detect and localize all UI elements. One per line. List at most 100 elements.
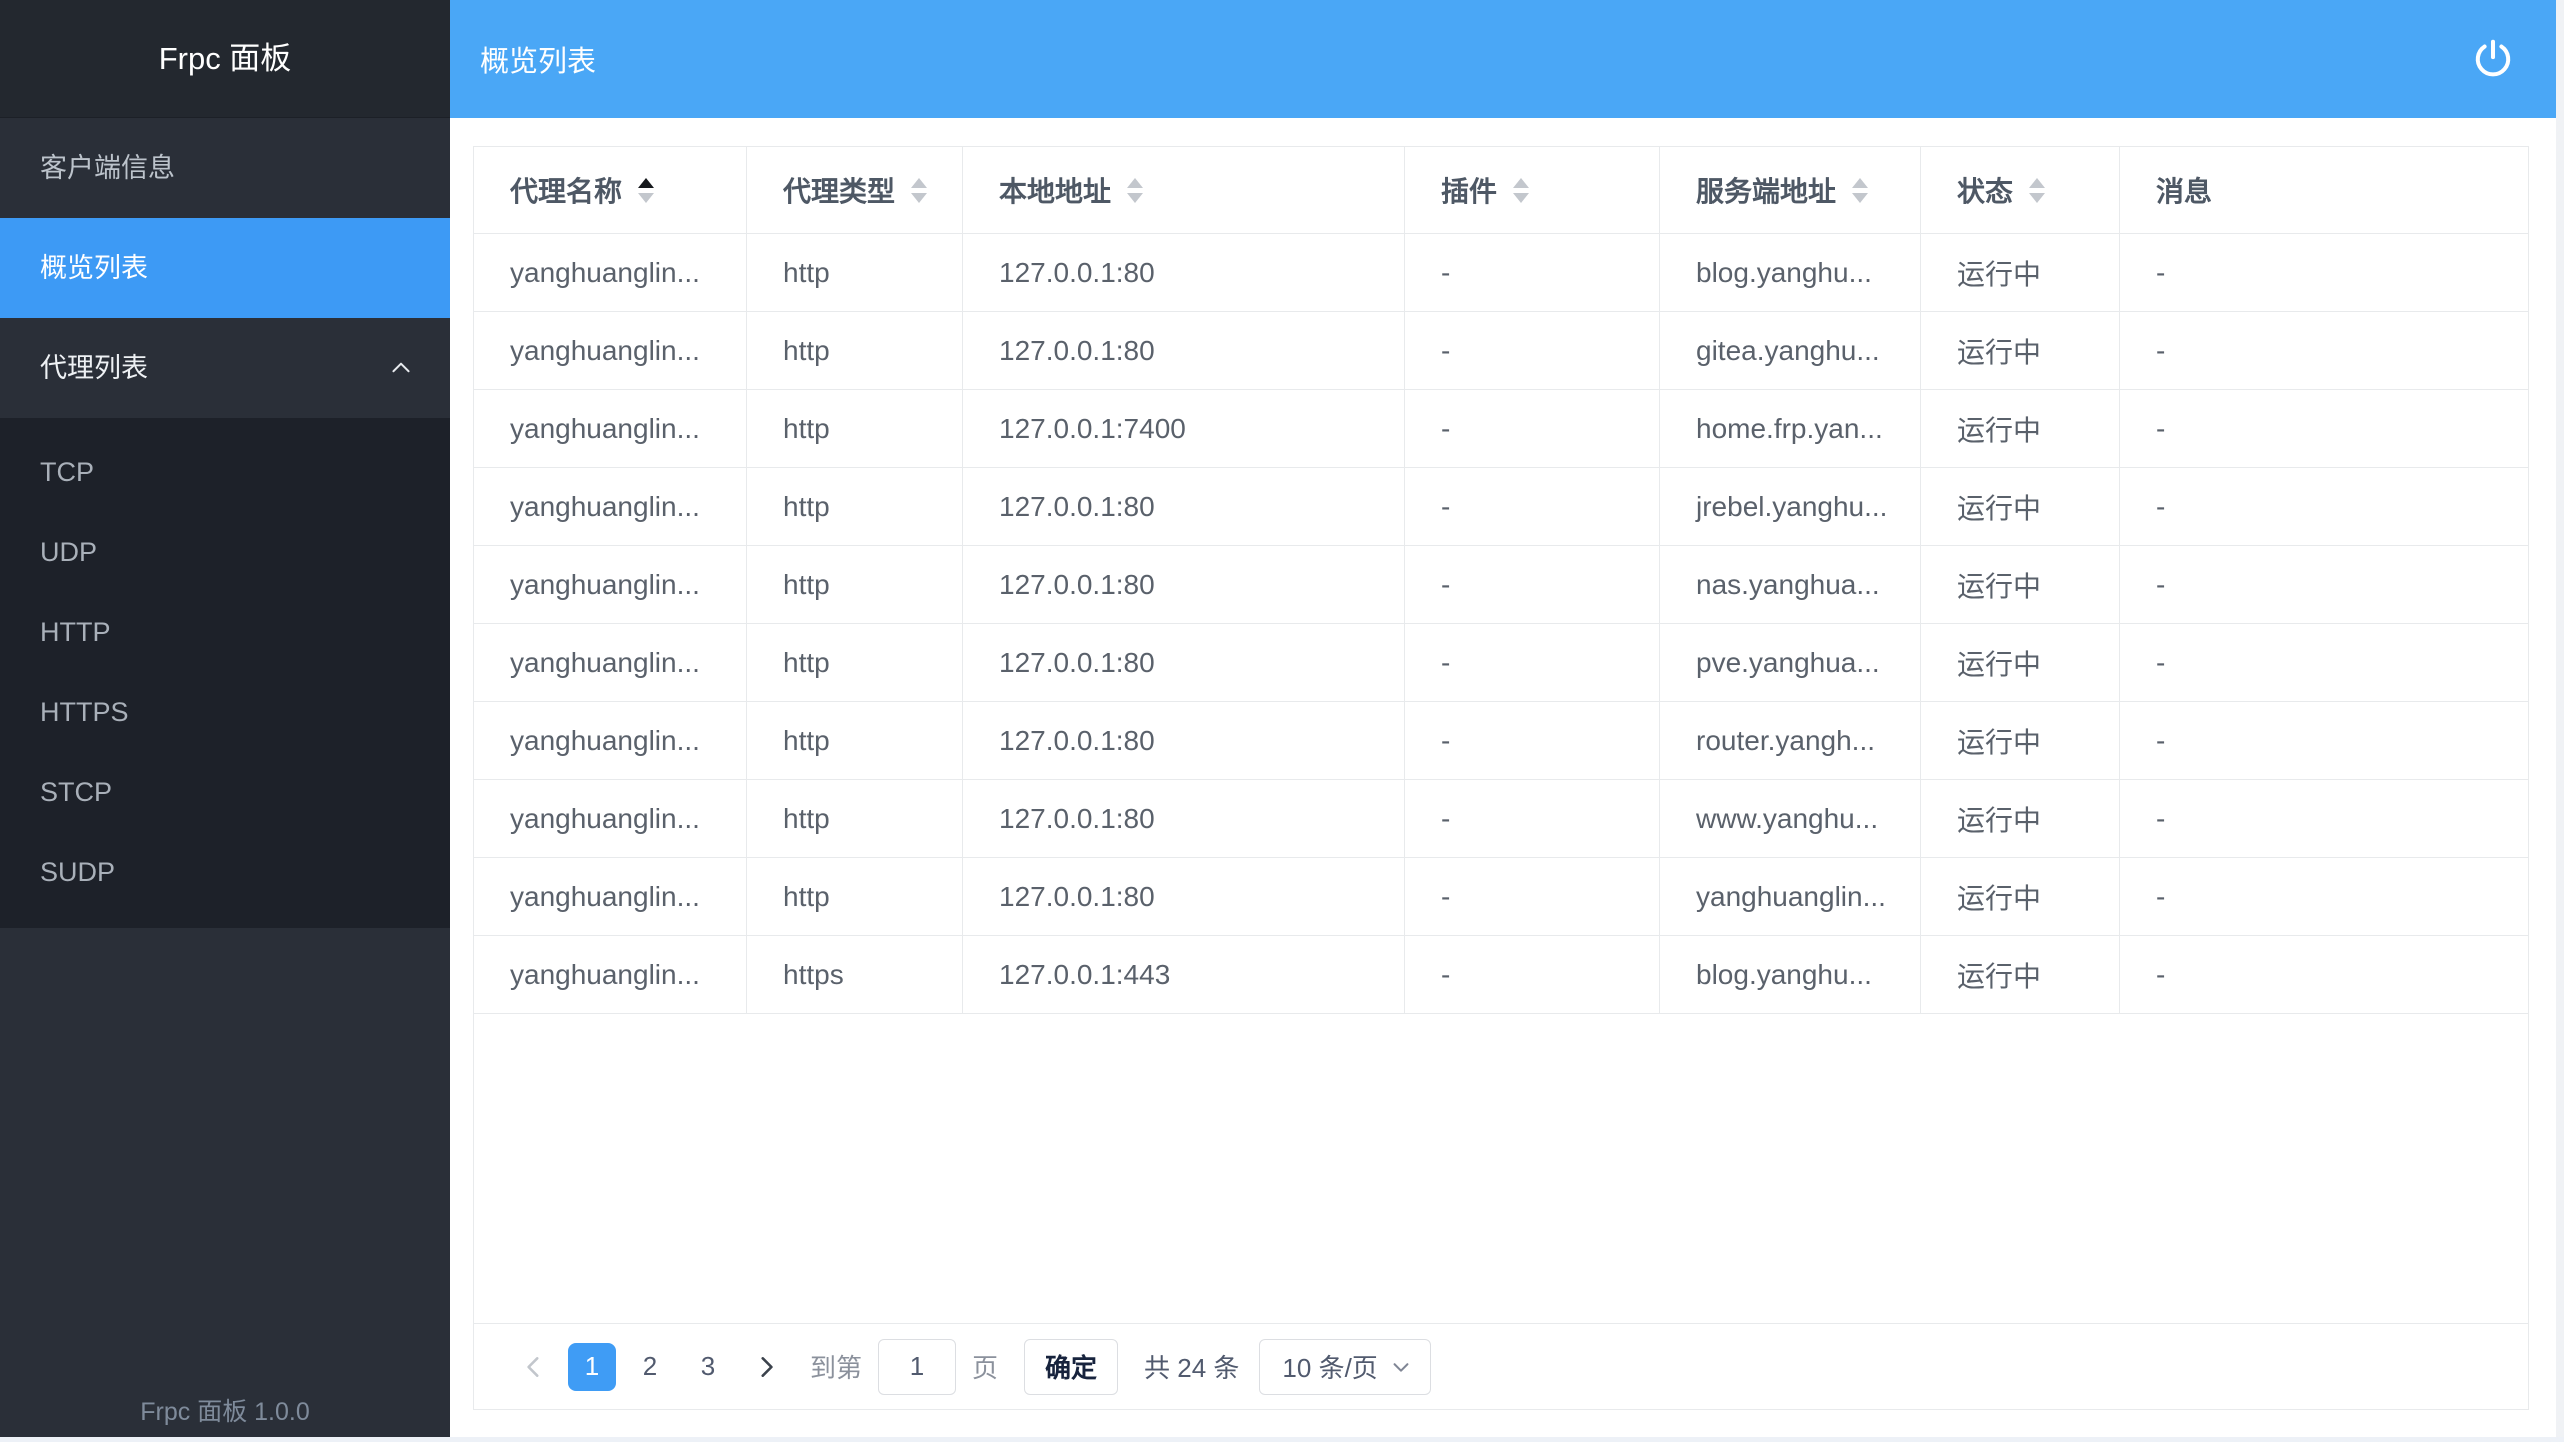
power-button[interactable] bbox=[2468, 34, 2518, 84]
prev-page-button[interactable] bbox=[510, 1343, 558, 1391]
table-cell: 运行中 bbox=[1921, 234, 2120, 311]
table-cell: yanghuanglin... bbox=[474, 780, 747, 857]
table-cell: 127.0.0.1:7400 bbox=[963, 390, 1405, 467]
page-input[interactable] bbox=[878, 1339, 956, 1395]
submenu-item-label: HTTP bbox=[40, 617, 111, 647]
sidebar-subitem-https[interactable]: HTTPS bbox=[0, 672, 450, 752]
column-header[interactable]: 代理名称 bbox=[474, 147, 747, 233]
top-header: 概览列表 bbox=[450, 0, 2564, 118]
table-cell: - bbox=[1405, 624, 1660, 701]
table-cell: yanghuanglin... bbox=[474, 312, 747, 389]
column-header-label: 服务端地址 bbox=[1696, 170, 1836, 210]
column-header[interactable]: 本地地址 bbox=[963, 147, 1405, 233]
goto-label: 到第 bbox=[810, 1348, 862, 1385]
table-cell: - bbox=[2120, 624, 2528, 701]
table-cell: 127.0.0.1:80 bbox=[963, 468, 1405, 545]
menu-item-label: 代理列表 bbox=[40, 318, 148, 418]
sort-carets-icon[interactable] bbox=[2029, 178, 2045, 203]
menu-item-label: 客户端信息 bbox=[40, 118, 175, 218]
sidebar-subitem-sudp[interactable]: SUDP bbox=[0, 832, 450, 912]
table-cell: https bbox=[747, 936, 963, 1013]
table-row[interactable]: yanghuanglin...http127.0.0.1:80-jrebel.y… bbox=[474, 468, 2528, 546]
submenu-item-label: SUDP bbox=[40, 857, 115, 887]
table-cell: http bbox=[747, 702, 963, 779]
vertical-scrollbar[interactable] bbox=[2556, 0, 2564, 1442]
table-cell: http bbox=[747, 312, 963, 389]
page-number-button[interactable]: 3 bbox=[684, 1343, 732, 1391]
table-cell: http bbox=[747, 234, 963, 311]
table-cell: - bbox=[1405, 312, 1660, 389]
table-cell: www.yanghu... bbox=[1660, 780, 1921, 857]
sidebar: Frpc 面板 客户端信息 概览列表 代理列表 TCP UDP HTTP HTT… bbox=[0, 0, 450, 1442]
sort-carets-icon[interactable] bbox=[1127, 178, 1143, 203]
page-number-list: 123 bbox=[568, 1343, 742, 1391]
submenu-item-label: TCP bbox=[40, 457, 94, 487]
table-cell: yanghuanglin... bbox=[1660, 858, 1921, 935]
table-cell: - bbox=[1405, 936, 1660, 1013]
table-row[interactable]: yanghuanglin...http127.0.0.1:80-router.y… bbox=[474, 702, 2528, 780]
content-area: 代理名称 代理类型 本地地址 插件 服务端地址 状态 消息 yanghuan bbox=[450, 118, 2564, 1442]
chevron-down-icon bbox=[1390, 1356, 1412, 1378]
table-cell: - bbox=[2120, 312, 2528, 389]
table-cell: - bbox=[2120, 936, 2528, 1013]
pagination: 123 到第 页 确定 共 24 条 10 条/页 bbox=[474, 1323, 2528, 1409]
confirm-button[interactable]: 确定 bbox=[1024, 1339, 1118, 1395]
page-unit-label: 页 bbox=[972, 1348, 998, 1385]
table-row[interactable]: yanghuanglin...http127.0.0.1:80-gitea.ya… bbox=[474, 312, 2528, 390]
table-row[interactable]: yanghuanglin...http127.0.0.1:80-www.yang… bbox=[474, 780, 2528, 858]
table-cell: 运行中 bbox=[1921, 936, 2120, 1013]
sidebar-subitem-http[interactable]: HTTP bbox=[0, 592, 450, 672]
table-cell: yanghuanglin... bbox=[474, 936, 747, 1013]
column-header[interactable]: 插件 bbox=[1405, 147, 1660, 233]
submenu-item-label: STCP bbox=[40, 777, 112, 807]
next-page-button[interactable] bbox=[742, 1343, 790, 1391]
column-header-label: 状态 bbox=[1957, 170, 2013, 210]
sidebar-subitem-tcp[interactable]: TCP bbox=[0, 432, 450, 512]
table-row[interactable]: yanghuanglin...https127.0.0.1:443-blog.y… bbox=[474, 936, 2528, 1014]
column-header[interactable]: 消息 bbox=[2120, 147, 2528, 233]
table-cell: 127.0.0.1:80 bbox=[963, 858, 1405, 935]
table-cell: - bbox=[1405, 390, 1660, 467]
sidebar-subitem-stcp[interactable]: STCP bbox=[0, 752, 450, 832]
table-cell: - bbox=[1405, 546, 1660, 623]
sidebar-item-overview[interactable]: 概览列表 bbox=[0, 218, 450, 318]
submenu-item-label: UDP bbox=[40, 537, 97, 567]
submenu-item-label: HTTPS bbox=[40, 697, 129, 727]
sort-carets-icon[interactable] bbox=[1852, 178, 1868, 203]
table-cell: - bbox=[1405, 468, 1660, 545]
power-icon bbox=[2471, 37, 2515, 81]
table-row[interactable]: yanghuanglin...http127.0.0.1:7400-home.f… bbox=[474, 390, 2528, 468]
app-version: Frpc 面板 1.0.0 bbox=[0, 1392, 450, 1428]
column-header[interactable]: 状态 bbox=[1921, 147, 2120, 233]
table-row[interactable]: yanghuanglin...http127.0.0.1:80-nas.yang… bbox=[474, 546, 2528, 624]
column-header[interactable]: 代理类型 bbox=[747, 147, 963, 233]
sort-carets-icon[interactable] bbox=[638, 178, 654, 203]
table-cell: http bbox=[747, 858, 963, 935]
sort-carets-icon[interactable] bbox=[911, 178, 927, 203]
table-cell: blog.yanghu... bbox=[1660, 936, 1921, 1013]
sidebar-item-client-info[interactable]: 客户端信息 bbox=[0, 118, 450, 218]
table-cell: 127.0.0.1:443 bbox=[963, 936, 1405, 1013]
chevron-right-icon bbox=[753, 1354, 779, 1380]
sidebar-item-proxy-list[interactable]: 代理列表 bbox=[0, 318, 450, 418]
column-header[interactable]: 服务端地址 bbox=[1660, 147, 1921, 233]
page-number-button[interactable]: 1 bbox=[568, 1343, 616, 1391]
table-cell: 127.0.0.1:80 bbox=[963, 702, 1405, 779]
page-size-select[interactable]: 10 条/页 bbox=[1259, 1339, 1430, 1395]
menu-item-label: 概览列表 bbox=[40, 218, 148, 318]
table-cell: - bbox=[2120, 468, 2528, 545]
main-area: 概览列表 代理名称 代理类型 本地地址 插件 bbox=[450, 0, 2564, 1442]
sort-carets-icon[interactable] bbox=[1513, 178, 1529, 203]
table-row[interactable]: yanghuanglin...http127.0.0.1:80-blog.yan… bbox=[474, 234, 2528, 312]
table-cell: http bbox=[747, 390, 963, 467]
sidebar-subitem-udp[interactable]: UDP bbox=[0, 512, 450, 592]
table-row[interactable]: yanghuanglin...http127.0.0.1:80-yanghuan… bbox=[474, 858, 2528, 936]
overview-table-card: 代理名称 代理类型 本地地址 插件 服务端地址 状态 消息 yanghuan bbox=[473, 146, 2529, 1410]
horizontal-scrollbar[interactable] bbox=[0, 1437, 2564, 1442]
table-row[interactable]: yanghuanglin...http127.0.0.1:80-pve.yang… bbox=[474, 624, 2528, 702]
table-cell: - bbox=[2120, 702, 2528, 779]
table-cell: 运行中 bbox=[1921, 546, 2120, 623]
page-number-button[interactable]: 2 bbox=[626, 1343, 674, 1391]
table-cell: router.yangh... bbox=[1660, 702, 1921, 779]
table-cell: yanghuanglin... bbox=[474, 546, 747, 623]
